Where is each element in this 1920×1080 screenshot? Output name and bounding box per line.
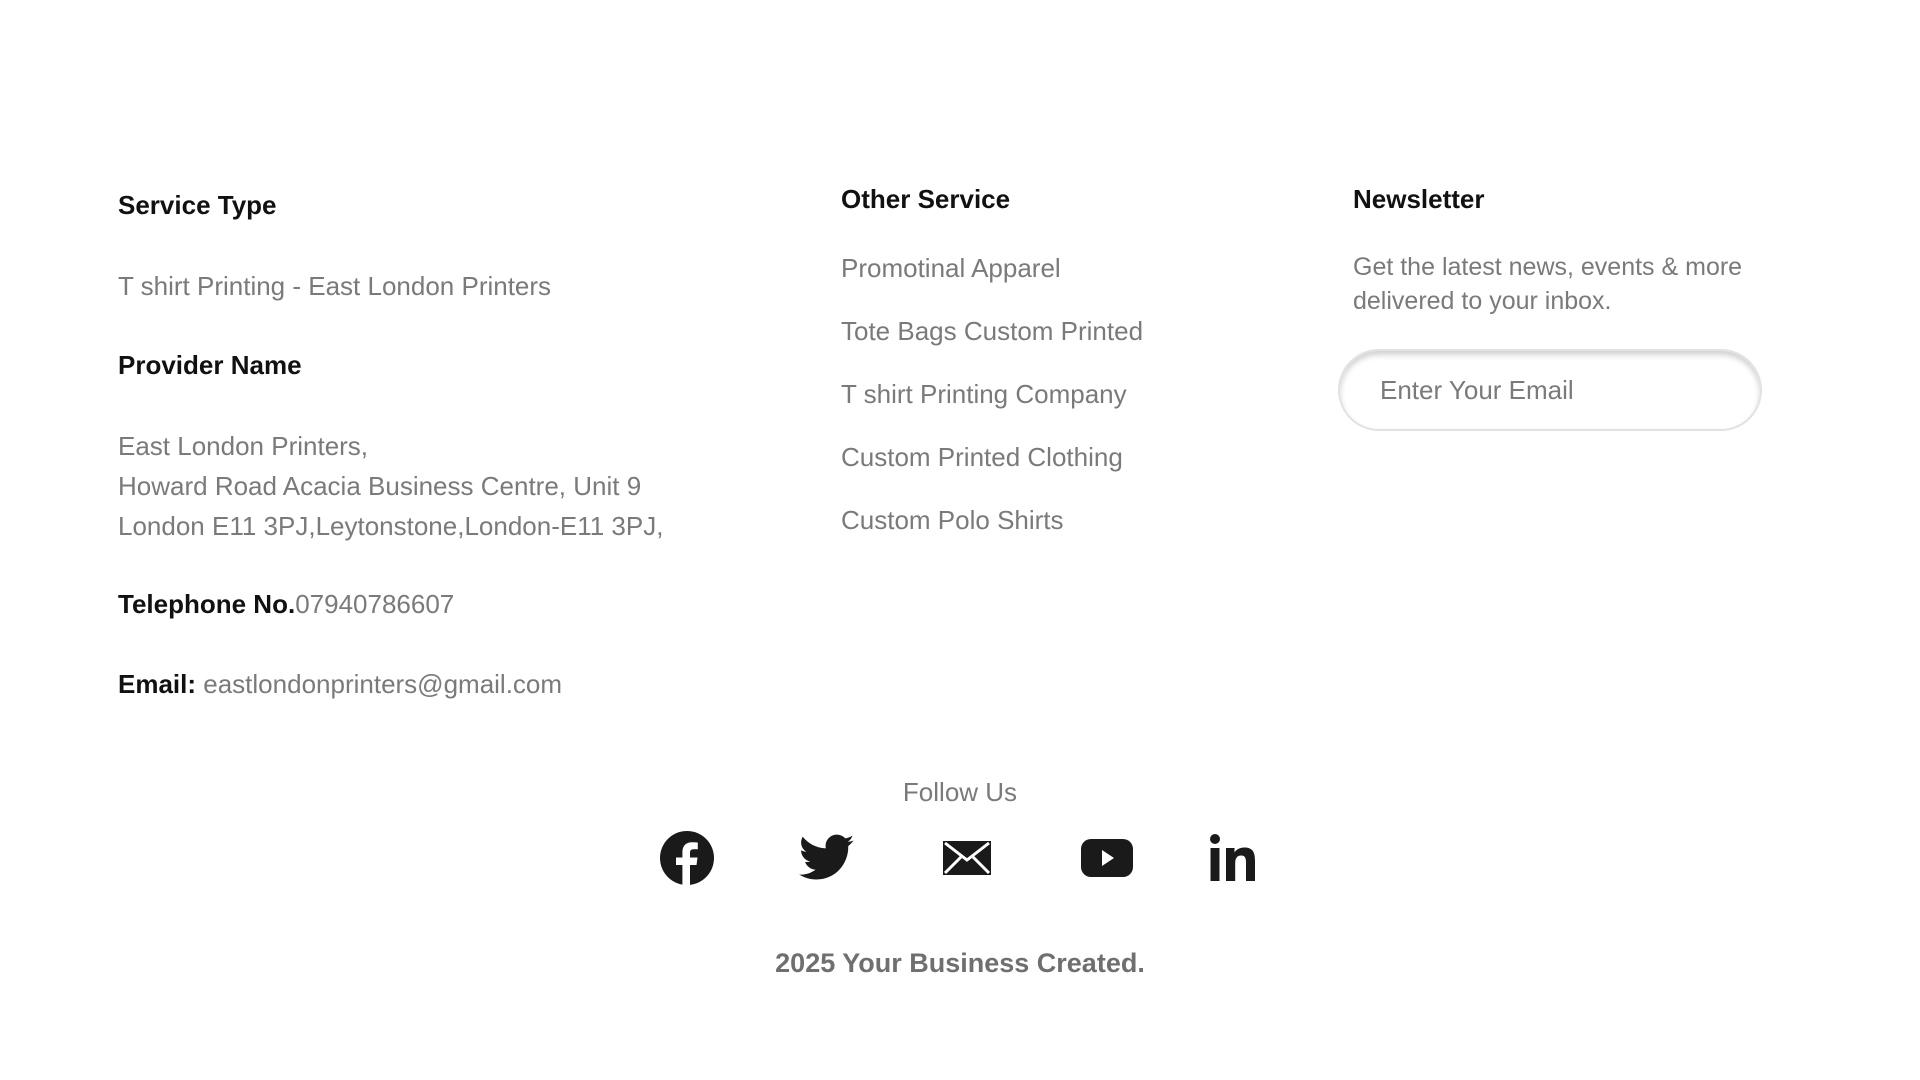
facebook-icon[interactable] [657, 828, 717, 888]
newsletter-email-input[interactable] [1338, 349, 1762, 431]
service-type-value: T shirt Printing - East London Printers [118, 271, 552, 301]
provider-name-heading: Provider Name [118, 350, 302, 380]
other-service-link[interactable]: Custom Printed Clothing [841, 437, 1281, 477]
email-row: Email: eastlondonprinters@gmail.com [118, 664, 758, 704]
social-links [0, 828, 1920, 888]
newsletter-heading: Newsletter [1353, 184, 1485, 214]
newsletter-column: Newsletter Get the latest news, events &… [1338, 182, 1793, 431]
other-service-heading: Other Service [841, 184, 1011, 214]
youtube-icon[interactable] [1077, 828, 1137, 888]
provider-address: East London Printers, Howard Road Acacia… [118, 426, 758, 546]
address-line: East London Printers, [118, 431, 369, 461]
email-value[interactable]: eastlondonprinters@gmail.com [203, 669, 562, 699]
other-service-link[interactable]: Promotinal Apparel [841, 248, 1281, 288]
other-service-link[interactable]: Custom Polo Shirts [841, 500, 1281, 540]
other-service-column: Other Service Promotinal Apparel Tote Ba… [841, 182, 1281, 563]
twitter-icon[interactable] [797, 828, 857, 888]
newsletter-description: Get the latest news, events & more deliv… [1353, 253, 1743, 315]
contact-column: Service Type T shirt Printing - East Lon… [118, 188, 758, 704]
telephone-value[interactable]: 07940786607 [295, 589, 454, 619]
service-type-heading: Service Type [118, 190, 277, 220]
linkedin-icon[interactable] [1205, 828, 1265, 888]
other-service-list: Promotinal Apparel Tote Bags Custom Prin… [841, 248, 1281, 540]
telephone-row: Telephone No.07940786607 [118, 584, 758, 624]
address-line: London E11 3PJ,Leytonstone,London-E11 3P… [118, 511, 664, 541]
telephone-label: Telephone No. [118, 589, 296, 619]
other-service-link[interactable]: Tote Bags Custom Printed [841, 311, 1281, 351]
copyright-text: 2025 Your Business Created. [775, 948, 1145, 978]
other-service-link[interactable]: T shirt Printing Company [841, 374, 1281, 414]
mail-icon[interactable] [937, 828, 997, 888]
address-line: Howard Road Acacia Business Centre, Unit… [118, 471, 642, 501]
footer-page: Service Type T shirt Printing - East Lon… [0, 0, 1920, 1080]
follow-us-title: Follow Us [902, 777, 1018, 807]
email-label: Email: [118, 669, 197, 699]
